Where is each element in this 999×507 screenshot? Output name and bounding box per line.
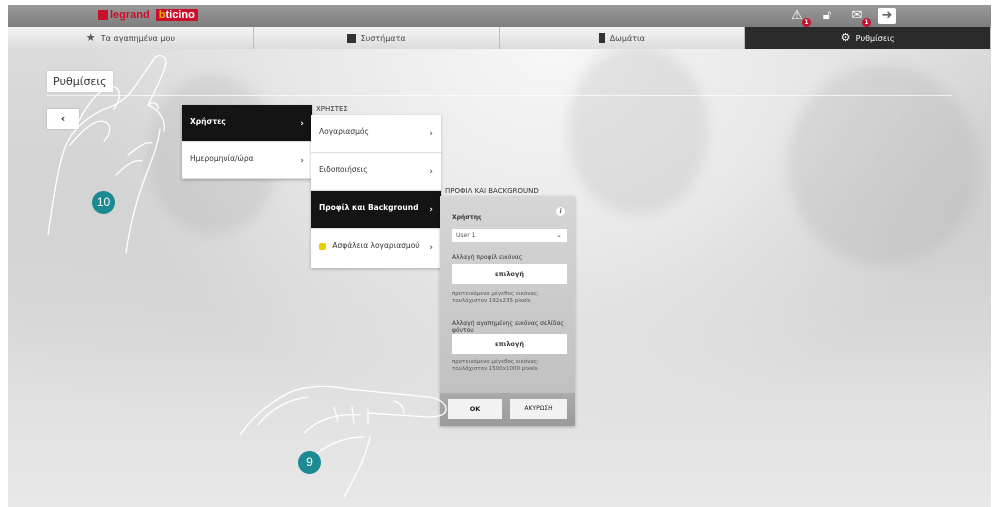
step-marker-9: 9 [298,451,321,474]
choose-background-image-button[interactable]: επιλογή [452,334,567,354]
info-icon[interactable]: i [556,207,565,216]
alarm-icon[interactable]: ⚠ 1 [788,8,811,27]
user-label: Χρήστης [452,214,482,221]
step-marker-10: 10 [92,191,115,214]
profile-panel-header: ΠΡΟΦΙΛ ΚΑΙ BACKGROUND [445,187,539,195]
chevron-right-icon: › [429,205,433,215]
profile-background-panel: Χρήστης i User 1 ⌄ Αλλαγή προφίλ εικόνας… [440,196,575,426]
systems-icon [346,33,356,43]
chevron-down-icon: ⌄ [556,231,562,239]
gear-icon: ⚙ [840,31,851,44]
page-title: Ρυθμίσεις [47,71,113,92]
settings-menu: Χρήστες › Ημερομηνία/ώρα › [182,105,312,179]
menu-item-account[interactable]: Λογαριασμός › [311,115,441,153]
menu-item-profile-background[interactable]: Προφίλ και Background › [311,191,441,229]
user-select[interactable]: User 1 ⌄ [452,229,567,242]
users-submenu: Λογαριασμός › Ειδοποιήσεις › Προφίλ και … [311,115,441,268]
menu-item-account-security[interactable]: Ασφάλεια λογαριασμού › [311,229,441,267]
star-icon: ★ [85,31,96,44]
tab-settings[interactable]: ⚙ Ρυθμίσεις [745,27,991,49]
chevron-right-icon: › [300,156,304,166]
users-section-header: ΧΡΗΣΤΕΣ [316,105,348,113]
logout-icon[interactable]: ➜ [878,8,896,24]
cancel-button[interactable]: ΑΚΥΡΩΣΗ [510,399,567,419]
profile-image-label: Αλλαγή προφίλ εικόνας [452,254,523,261]
background-image-label: Αλλαγή αγαπημένης εικόνας σελίδας φόντου [452,320,564,334]
top-icons: ⚠ 1 🔓︎ ✉ 1 ➜ [788,8,896,27]
chevron-right-icon: › [429,129,433,139]
tab-systems[interactable]: Συστήματα [253,27,500,49]
chevron-right-icon: › [300,119,304,129]
profile-image-note: προτεινόμενο μέγεθος εικόνας: τουλάχιστο… [452,291,540,304]
ok-button[interactable]: ΟΚ [448,399,502,419]
chevron-right-icon: › [429,243,433,253]
back-button[interactable]: ‹ [47,109,79,129]
choose-profile-image-button[interactable]: επιλογή [452,264,567,284]
menu-item-users[interactable]: Χρήστες › [182,105,312,142]
app-frame: legrand bbticinoticino ⚠1 🔓︎ ✉1 ➜ ★ Τα α… [8,5,991,507]
tab-favorites[interactable]: ★ Τα αγαπημένα μου [8,27,254,49]
title-divider [47,95,952,96]
menu-item-date-time[interactable]: Ημερομηνία/ώρα › [182,142,312,179]
brand-logo: legrand bbticinoticino [98,9,198,21]
chevron-right-icon: › [429,167,433,177]
lock-icon[interactable]: 🔓︎ [818,8,836,24]
menu-item-notifications[interactable]: Ειδοποιήσεις › [311,153,441,191]
top-bar: legrand bbticinoticino ⚠1 🔓︎ ✉1 ➜ [8,5,991,27]
tab-rooms[interactable]: Δωμάτια [499,27,746,49]
door-icon [598,33,605,43]
mail-icon[interactable]: ✉ 1 [848,8,871,27]
main-nav: ★ Τα αγαπημένα μου Συστήματα Δωμάτια ⚙ Ρ… [8,27,991,49]
background-tree [568,45,708,215]
shield-icon [319,242,326,250]
background-image-note: προτεινόμενο μέγεθος εικόνας: τουλάχιστο… [452,359,540,372]
panel-footer: ΟΚ ΑΚΥΡΩΣΗ [440,393,575,426]
